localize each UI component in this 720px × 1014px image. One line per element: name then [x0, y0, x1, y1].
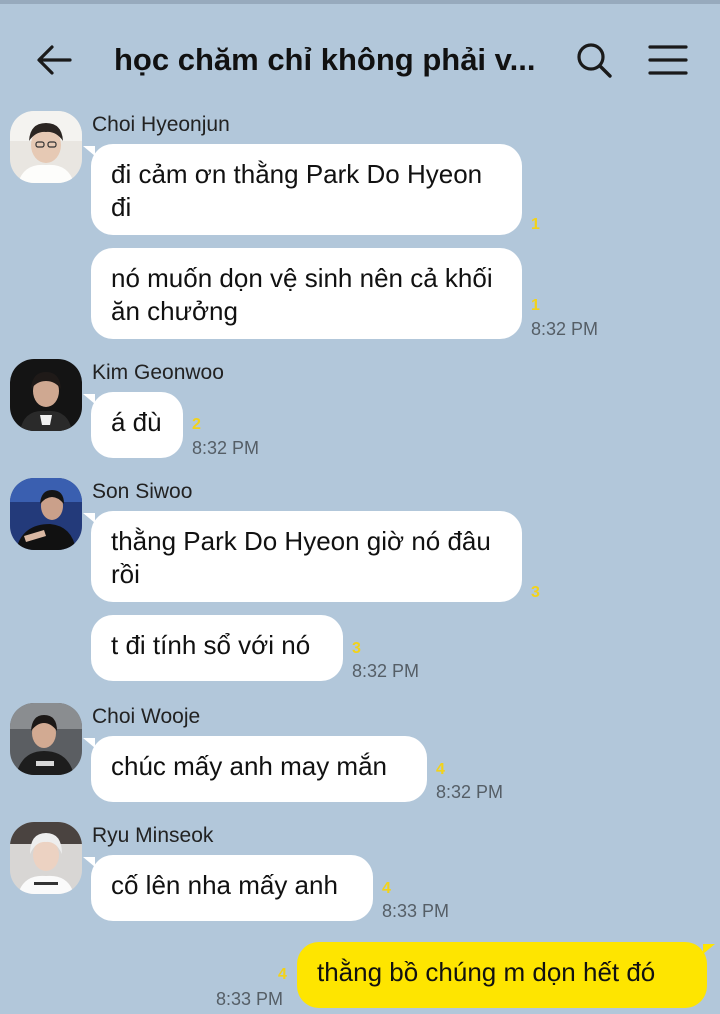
- hamburger-menu-icon: [648, 45, 688, 75]
- sender-name: Choi Wooje: [92, 705, 201, 728]
- message-bubble[interactable]: nó muốn dọn vệ sinh nên cả khối ăn chưởn…: [91, 248, 522, 339]
- message-bubble[interactable]: thằng Park Do Hyeon giờ nó đâu rồi: [83, 511, 522, 602]
- unread-count: 4: [382, 880, 391, 897]
- message-bubble[interactable]: á đù: [83, 392, 183, 458]
- sender-name: Ryu Minseok: [92, 824, 214, 847]
- message-text: thằng bồ chúng m dọn hết đó: [317, 957, 656, 987]
- message-time: 8:32 PM: [436, 782, 504, 802]
- message-time: 8:32 PM: [352, 661, 420, 681]
- unread-count: 1: [531, 216, 540, 233]
- message-time: 8:32 PM: [192, 438, 260, 458]
- unread-count: 4: [278, 966, 287, 983]
- message-time: 8:33 PM: [216, 989, 284, 1009]
- message-text: chúc mấy anh may mắn: [111, 751, 388, 781]
- avatar-son-siwoo[interactable]: [10, 478, 82, 550]
- search-button[interactable]: [572, 38, 616, 82]
- message-text: á đù: [111, 407, 162, 437]
- message-text: cố lên nha mấy anh: [111, 870, 338, 900]
- back-button[interactable]: [32, 38, 76, 82]
- unread-count: 4: [436, 761, 445, 778]
- chat-header: học chăm chỉ không phải v...: [0, 4, 720, 104]
- message-bubble[interactable]: cố lên nha mấy anh: [83, 855, 373, 921]
- message-time: 8:33 PM: [382, 901, 450, 921]
- message-bubble[interactable]: t đi tính sổ với nó: [91, 615, 343, 681]
- unread-count: 1: [531, 297, 540, 314]
- avatar-choi-hyeonjun[interactable]: [10, 111, 82, 183]
- chat-title: học chăm chỉ không phải v...: [114, 42, 536, 77]
- my-message-bubble[interactable]: thằng bồ chúng m dọn hết đó: [297, 942, 715, 1008]
- arrow-left-icon: [37, 45, 72, 75]
- avatar-choi-wooje[interactable]: [10, 703, 82, 775]
- message-bubble[interactable]: chúc mấy anh may mắn: [83, 736, 427, 802]
- unread-count: 3: [352, 640, 361, 657]
- message-bubble[interactable]: đi cảm ơn thằng Park Do Hyeon đi: [83, 144, 522, 235]
- unread-count: 2: [192, 416, 201, 433]
- sender-name: Choi Hyeonjun: [92, 113, 230, 136]
- sender-name: Son Siwoo: [92, 480, 193, 503]
- search-icon: [577, 43, 612, 78]
- message-text: thằng Park Do Hyeon giờ nó đâu rồi: [111, 526, 491, 589]
- avatar-kim-geonwoo[interactable]: [10, 359, 82, 431]
- message-text: t đi tính sổ với nó: [111, 630, 311, 660]
- sender-name: Kim Geonwoo: [92, 361, 224, 384]
- message-text: nó muốn dọn vệ sinh nên cả khối ăn chưởn…: [111, 263, 493, 326]
- avatar-ryu-minseok[interactable]: [10, 822, 82, 894]
- unread-count: 3: [531, 584, 540, 601]
- message-time: 8:32 PM: [531, 319, 599, 339]
- menu-button[interactable]: [644, 38, 692, 82]
- message-text: đi cảm ơn thằng Park Do Hyeon đi: [111, 159, 483, 222]
